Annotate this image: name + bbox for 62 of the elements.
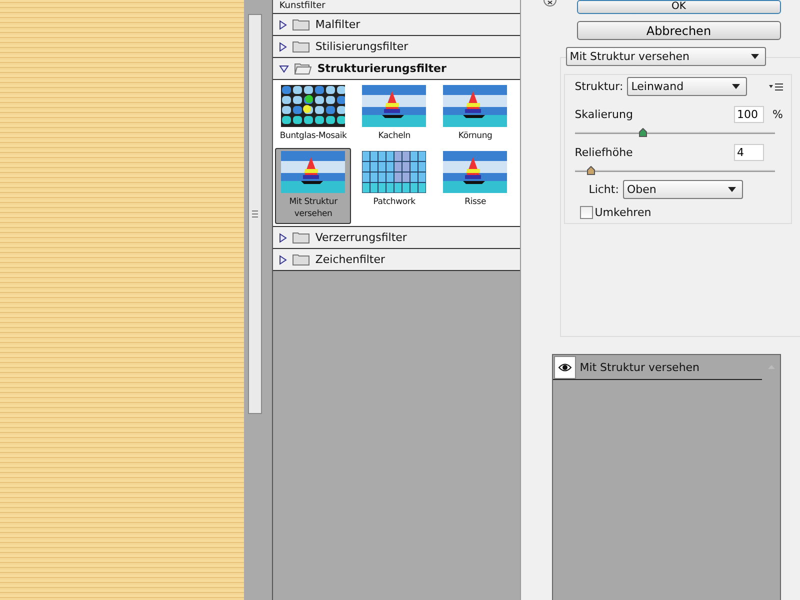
category-label: Strukturierungsfilter [317, 62, 446, 75]
grip-icon [252, 210, 258, 218]
filter-label: Kacheln [378, 130, 410, 142]
filter-thumbnail[interactable]: Körnung [437, 82, 514, 146]
scrollbar[interactable] [248, 14, 262, 414]
structure-dropdown[interactable]: Leinwand [627, 77, 748, 96]
value-field[interactable]: 100 [734, 106, 764, 123]
filter-thumbnail[interactable]: Patchwork [356, 148, 432, 224]
filter-dropdown[interactable]: Mit Struktur versehen [566, 47, 766, 66]
filter-label: Patchwork [373, 196, 416, 208]
unit-label: % [772, 108, 783, 121]
sailboat-thumbnail-drawing [281, 151, 346, 193]
filter-label: Körnung [458, 130, 492, 142]
expanded-triangle-icon [279, 64, 290, 72]
filter-thumbnail[interactable]: Mit Struktur versehen [275, 148, 352, 224]
checkbox-label: Umkehren [594, 206, 652, 219]
category-label: Zeichenfilter [315, 253, 386, 266]
invert-checkbox[interactable] [580, 206, 593, 219]
collapsed-triangle-icon [279, 42, 288, 52]
folder-icon [292, 18, 310, 31]
folder-icon [294, 62, 312, 75]
folder-icon [292, 231, 310, 244]
filter-thumbnail[interactable]: Kacheln [356, 82, 432, 146]
value-field[interactable]: 4 [734, 144, 764, 161]
collapsed-triangle-icon [279, 232, 288, 242]
category-label: Kunstfilter [279, 1, 326, 12]
filter-label: Risse [464, 196, 486, 208]
slider-label: Reliefhöhe [574, 146, 634, 159]
sailboat-thumbnail-drawing [443, 151, 508, 193]
effect-layer-row[interactable]: Mit Struktur versehen [552, 355, 762, 380]
layer-label: Mit Struktur versehen [580, 360, 700, 374]
dropdown-arrow-icon [750, 54, 759, 59]
filter-category[interactable]: Kunstfilter [273, 0, 520, 14]
structure-label: Struktur: [574, 80, 624, 93]
eye-icon [558, 363, 572, 372]
patchwork-thumbnail-drawing [362, 151, 426, 193]
filter-thumbnail[interactable]: Buntglas-Mosaik [275, 82, 352, 146]
collapsed-triangle-icon [279, 20, 288, 30]
dropdown-arrow-icon [728, 187, 736, 192]
slider-thumb[interactable] [586, 166, 595, 175]
dialog-button[interactable]: Abbrechen [576, 21, 781, 40]
collapsed-triangle-icon [279, 254, 288, 264]
sailboat-thumbnail-drawing [362, 85, 426, 127]
slider-thumb[interactable] [638, 128, 647, 137]
close-icon[interactable] [542, 0, 557, 8]
light-dropdown[interactable]: Oben [622, 180, 743, 199]
filter-thumbnail[interactable]: Risse [437, 148, 514, 224]
filter-label: Mit Struktur versehen [288, 196, 339, 220]
folder-icon [292, 40, 310, 53]
category-label: Verzerrungsfilter [315, 231, 407, 244]
dropdown-arrow-icon [732, 84, 740, 89]
dialog-button[interactable]: OK [576, 0, 781, 14]
folder-icon [292, 253, 310, 266]
category-label: Stilisierungsfilter [315, 40, 408, 53]
panel-menu-icon[interactable] [769, 82, 783, 90]
light-label: Licht: [588, 183, 619, 196]
visibility-toggle[interactable] [554, 356, 576, 379]
category-label: Malfilter [315, 18, 360, 31]
mosaic-thumbnail-drawing [281, 85, 346, 127]
slider-label: Skalierung [574, 108, 634, 121]
sailboat-thumbnail-drawing [443, 85, 508, 127]
filter-label: Buntglas-Mosaik [280, 130, 347, 142]
